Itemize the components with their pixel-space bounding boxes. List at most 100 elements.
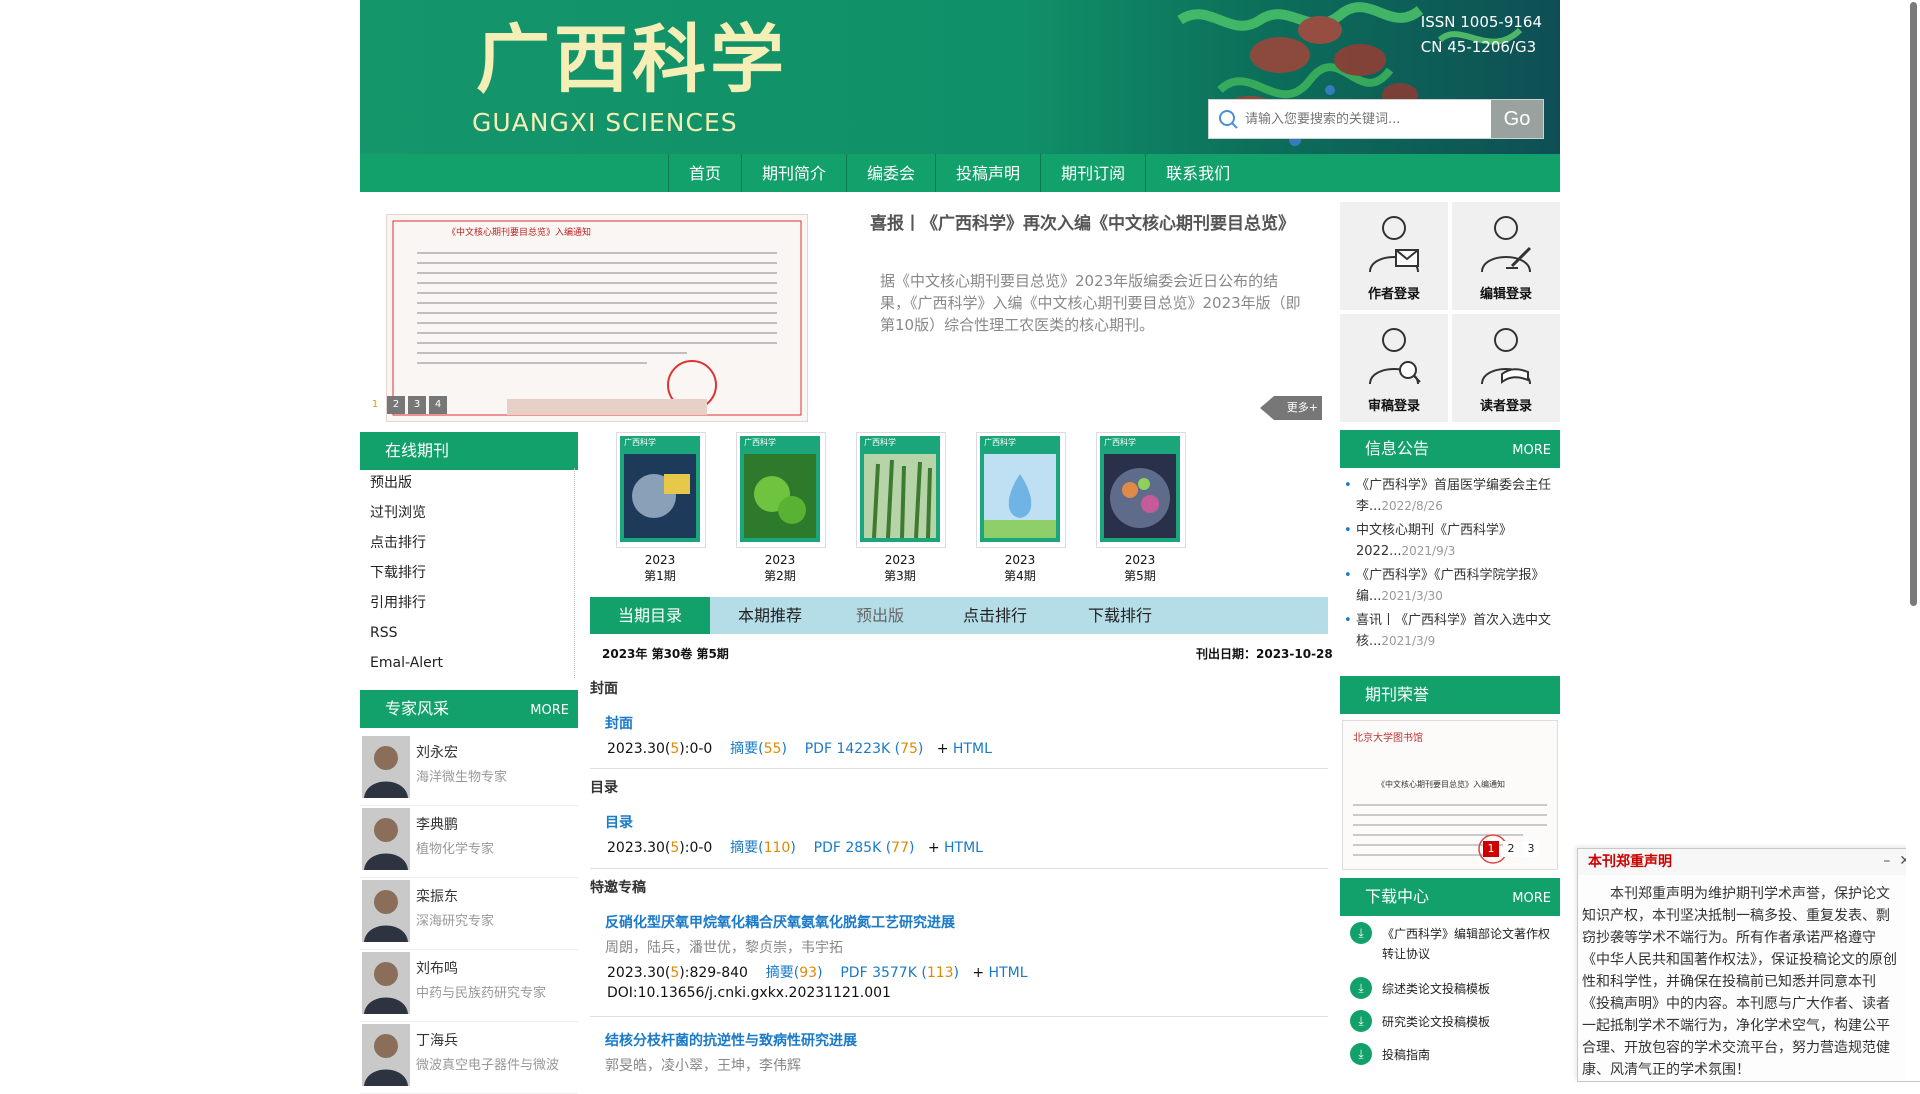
slider-image[interactable]: 《中文核心期刊要目总览》入编通知 bbox=[386, 214, 808, 422]
menu-item-email-alert[interactable]: Emal-Alert bbox=[360, 648, 574, 678]
honor-page-3[interactable]: 3 bbox=[1523, 841, 1539, 857]
download-item[interactable]: ⤓ 《广西科学》编辑部论文著作权转让协议 bbox=[1340, 920, 1560, 975]
featured-news-title[interactable]: 喜报丨《广西科学》再次入编《中文核心期刊要目总览》 bbox=[870, 212, 1306, 237]
section-heading-cover: 封面 bbox=[590, 681, 618, 697]
notice-item[interactable]: 中文核心期刊《广西科学》2022...2021/9/3 bbox=[1340, 521, 1560, 562]
expert-item[interactable]: 丁海兵 微波真空电子器件与微波 bbox=[360, 1022, 578, 1094]
expert-item[interactable]: 刘永宏 海洋微生物专家 bbox=[360, 734, 578, 806]
section-heading-invited: 特邀专稿 bbox=[590, 880, 646, 896]
menu-item-archive[interactable]: 过刊浏览 bbox=[360, 498, 574, 528]
honor-page-1[interactable]: 1 bbox=[1483, 841, 1499, 857]
experts-more-link[interactable]: MORE bbox=[530, 692, 569, 730]
pdf-link[interactable]: PDF 285K (77) bbox=[814, 840, 915, 856]
site-logo-english: GUANGXI SCIENCES bbox=[472, 108, 738, 137]
html-link[interactable]: HTML bbox=[989, 965, 1028, 981]
editor-login-button[interactable]: 编辑登录 bbox=[1452, 202, 1560, 310]
search-icon bbox=[1217, 108, 1239, 134]
slider-dot-4[interactable]: 4 bbox=[429, 396, 447, 414]
download-item[interactable]: ⤓ 投稿指南 bbox=[1340, 1041, 1560, 1074]
scrollbar-thumb[interactable] bbox=[1910, 2, 1917, 606]
experts-title: 专家风采 bbox=[385, 699, 450, 718]
notice-item[interactable]: 喜讯丨《广西科学》首次入选中文核...2021/3/9 bbox=[1340, 611, 1560, 652]
honor-image[interactable]: 北京大学图书馆 《中文核心期刊要目总览》入编通知 1 2 3 bbox=[1342, 720, 1558, 870]
expert-item[interactable]: 李典鹏 植物化学专家 bbox=[360, 806, 578, 878]
issn-number: ISSN 1005-9164 bbox=[1420, 13, 1542, 31]
article-title-cover[interactable]: 封面 bbox=[605, 713, 633, 733]
divider bbox=[590, 1016, 1328, 1017]
downloads-list: ⤓ 《广西科学》编辑部论文著作权转让协议 ⤓ 综述类论文投稿模板 ⤓ 研究类论文投稿模… bbox=[1340, 920, 1560, 1074]
slider-dot-2[interactable]: 2 bbox=[387, 396, 405, 414]
author-login-button[interactable]: 作者登录 bbox=[1340, 202, 1448, 310]
reviewer-login-button[interactable]: 审稿登录 bbox=[1340, 314, 1448, 422]
pdf-link[interactable]: PDF 14223K (75) bbox=[805, 741, 924, 757]
notices-more-link[interactable]: MORE bbox=[1512, 432, 1551, 470]
nav-item-contact[interactable]: 联系我们 bbox=[1145, 154, 1250, 192]
expert-item[interactable]: 刘布鸣 中药与民族药研究专家 bbox=[360, 950, 578, 1022]
menu-item-download-rank[interactable]: 下载排行 bbox=[360, 558, 574, 588]
issue-publish-date: 刊出日期：2023-10-28 bbox=[1196, 647, 1333, 661]
download-icon: ⤓ bbox=[1350, 1043, 1372, 1065]
tab-preprint[interactable]: 预出版 bbox=[830, 597, 930, 634]
expert-desc: 中药与民族药研究专家 bbox=[416, 986, 547, 1001]
menu-item-click-rank[interactable]: 点击排行 bbox=[360, 528, 574, 558]
article-doi[interactable]: DOI:10.13656/j.cnki.gxkx.20231121.001 bbox=[607, 985, 891, 1001]
menu-item-preprint[interactable]: 预出版 bbox=[360, 468, 574, 498]
cover-issue-5[interactable]: 广西科学 bbox=[1096, 432, 1186, 548]
nav-item-subscribe[interactable]: 期刊订阅 bbox=[1040, 154, 1145, 192]
cover-issue-1[interactable]: 广西科学 bbox=[616, 432, 706, 548]
download-item[interactable]: ⤓ 综述类论文投稿模板 bbox=[1340, 975, 1560, 1008]
nav-item-submission[interactable]: 投稿声明 bbox=[935, 154, 1040, 192]
expert-photo bbox=[362, 736, 410, 798]
cover-issue-3[interactable]: 广西科学 bbox=[856, 432, 946, 548]
nav-item-home[interactable]: 首页 bbox=[668, 154, 741, 192]
expert-name: 栾振东 bbox=[416, 889, 458, 905]
abstract-link[interactable]: 摘要(93) bbox=[766, 965, 823, 981]
expert-name: 丁海兵 bbox=[416, 1033, 458, 1049]
article-title[interactable]: 结核分枝杆菌的抗逆性与致病性研究进展 bbox=[605, 1030, 857, 1050]
slider-dot-1[interactable]: 1 bbox=[366, 396, 384, 414]
search-go-button[interactable]: Go bbox=[1491, 100, 1543, 138]
tab-recommended[interactable]: 本期推荐 bbox=[710, 597, 830, 634]
honor-page-2[interactable]: 2 bbox=[1503, 841, 1519, 857]
news-more-link[interactable]: 更多+ bbox=[1260, 396, 1322, 420]
honor-pagination: 1 2 3 bbox=[1483, 841, 1539, 857]
tab-click-rank[interactable]: 点击排行 bbox=[940, 597, 1050, 634]
experts-header: 专家风采 MORE bbox=[360, 690, 578, 728]
author-login-label: 作者登录 bbox=[1367, 287, 1420, 302]
menu-item-rss[interactable]: RSS bbox=[360, 618, 574, 648]
menu-item-citation-rank[interactable]: 引用排行 bbox=[360, 588, 574, 618]
cover-issue-2[interactable]: 广西科学 bbox=[736, 432, 826, 548]
html-link[interactable]: HTML bbox=[944, 840, 983, 856]
download-item[interactable]: ⤓ 研究类论文投稿模板 bbox=[1340, 1008, 1560, 1041]
nav-item-about[interactable]: 期刊简介 bbox=[741, 154, 846, 192]
html-link[interactable]: HTML bbox=[953, 741, 992, 757]
article-title-toc[interactable]: 目录 bbox=[605, 812, 633, 832]
abstract-link[interactable]: 摘要(55) bbox=[730, 741, 787, 757]
expert-item[interactable]: 栾振东 深海研究专家 bbox=[360, 878, 578, 950]
article-title[interactable]: 反硝化型厌氧甲烷氧化耦合厌氧氨氧化脱氮工艺研究进展 bbox=[605, 912, 955, 932]
divider bbox=[590, 768, 1328, 769]
site-header: 广西科学 GUANGXI SCIENCES ISSN 1005-9164 CN … bbox=[360, 0, 1560, 154]
issn-info: ISSN 1005-9164 CN 45-1206/G3 bbox=[1421, 10, 1542, 60]
minimize-icon[interactable]: – bbox=[1883, 853, 1890, 869]
tab-current-issue[interactable]: 当期目录 bbox=[590, 597, 710, 634]
search-box: Go bbox=[1208, 99, 1544, 139]
login-grid: 作者登录 编辑登录 审稿登录 读者登录 bbox=[1340, 202, 1562, 422]
notice-item[interactable]: 《广西科学》《广西科学院学报》编...2021/3/30 bbox=[1340, 566, 1560, 607]
popup-title: 本刊郑重声明 bbox=[1578, 849, 1920, 875]
expert-desc: 海洋微生物专家 bbox=[416, 770, 508, 785]
nav-item-editorial-board[interactable]: 编委会 bbox=[846, 154, 935, 192]
cn-number: CN 45-1206/G3 bbox=[1420, 38, 1537, 56]
page-scrollbar[interactable] bbox=[1906, 0, 1920, 1080]
reader-login-button[interactable]: 读者登录 bbox=[1452, 314, 1560, 422]
expert-name: 刘布鸣 bbox=[416, 961, 458, 977]
search-input[interactable] bbox=[1243, 100, 1487, 138]
notice-item[interactable]: 《广西科学》首届医学编委会主任李...2022/8/26 bbox=[1340, 476, 1560, 517]
online-journal-header: 在线期刊 bbox=[360, 432, 578, 470]
downloads-more-link[interactable]: MORE bbox=[1512, 880, 1551, 918]
tab-download-rank[interactable]: 下载排行 bbox=[1060, 597, 1180, 634]
cover-issue-4[interactable]: 广西科学 bbox=[976, 432, 1066, 548]
pdf-link[interactable]: PDF 3577K (113) bbox=[840, 965, 959, 981]
abstract-link[interactable]: 摘要(110) bbox=[730, 840, 796, 856]
slider-dot-3[interactable]: 3 bbox=[408, 396, 426, 414]
